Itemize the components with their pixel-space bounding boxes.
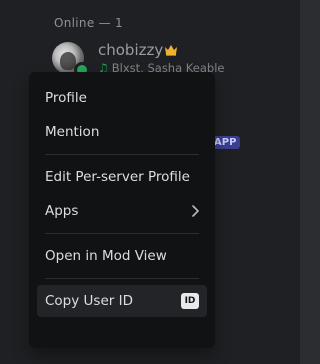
menu-item-label: Apps <box>45 203 79 219</box>
user-context-menu: Profile Mention Edit Per-server Profile … <box>29 72 215 348</box>
menu-item-edit-per-server-profile[interactable]: Edit Per-server Profile <box>37 161 207 193</box>
menu-item-label: Profile <box>45 90 87 106</box>
menu-separator <box>45 154 199 155</box>
menu-item-label: Copy User ID <box>45 293 133 309</box>
menu-item-open-in-mod-view[interactable]: Open in Mod View <box>37 240 207 272</box>
menu-separator <box>45 278 199 279</box>
app-root: Online — 1 chobizzy ♫ Blxst, Sasha Keable… <box>0 0 300 364</box>
menu-item-copy-user-id[interactable]: Copy User ID ID <box>37 285 207 317</box>
id-badge-icon: ID <box>181 293 199 309</box>
member-list-item[interactable]: chobizzy ♫ Blxst, Sasha Keable <box>52 41 292 78</box>
menu-separator <box>45 233 199 234</box>
menu-item-profile[interactable]: Profile <box>37 82 207 114</box>
menu-item-mention[interactable]: Mention <box>37 116 207 148</box>
chevron-right-icon <box>192 205 199 217</box>
menu-item-label: Mention <box>45 124 100 140</box>
crown-icon <box>165 45 177 56</box>
menu-item-label: Edit Per-server Profile <box>45 169 190 185</box>
member-name[interactable]: chobizzy <box>98 41 163 59</box>
id-icon-label: ID <box>184 296 196 306</box>
menu-item-apps[interactable]: Apps <box>37 195 207 227</box>
menu-item-label: Open in Mod View <box>45 248 167 264</box>
member-section-header: Online — 1 <box>54 16 123 30</box>
